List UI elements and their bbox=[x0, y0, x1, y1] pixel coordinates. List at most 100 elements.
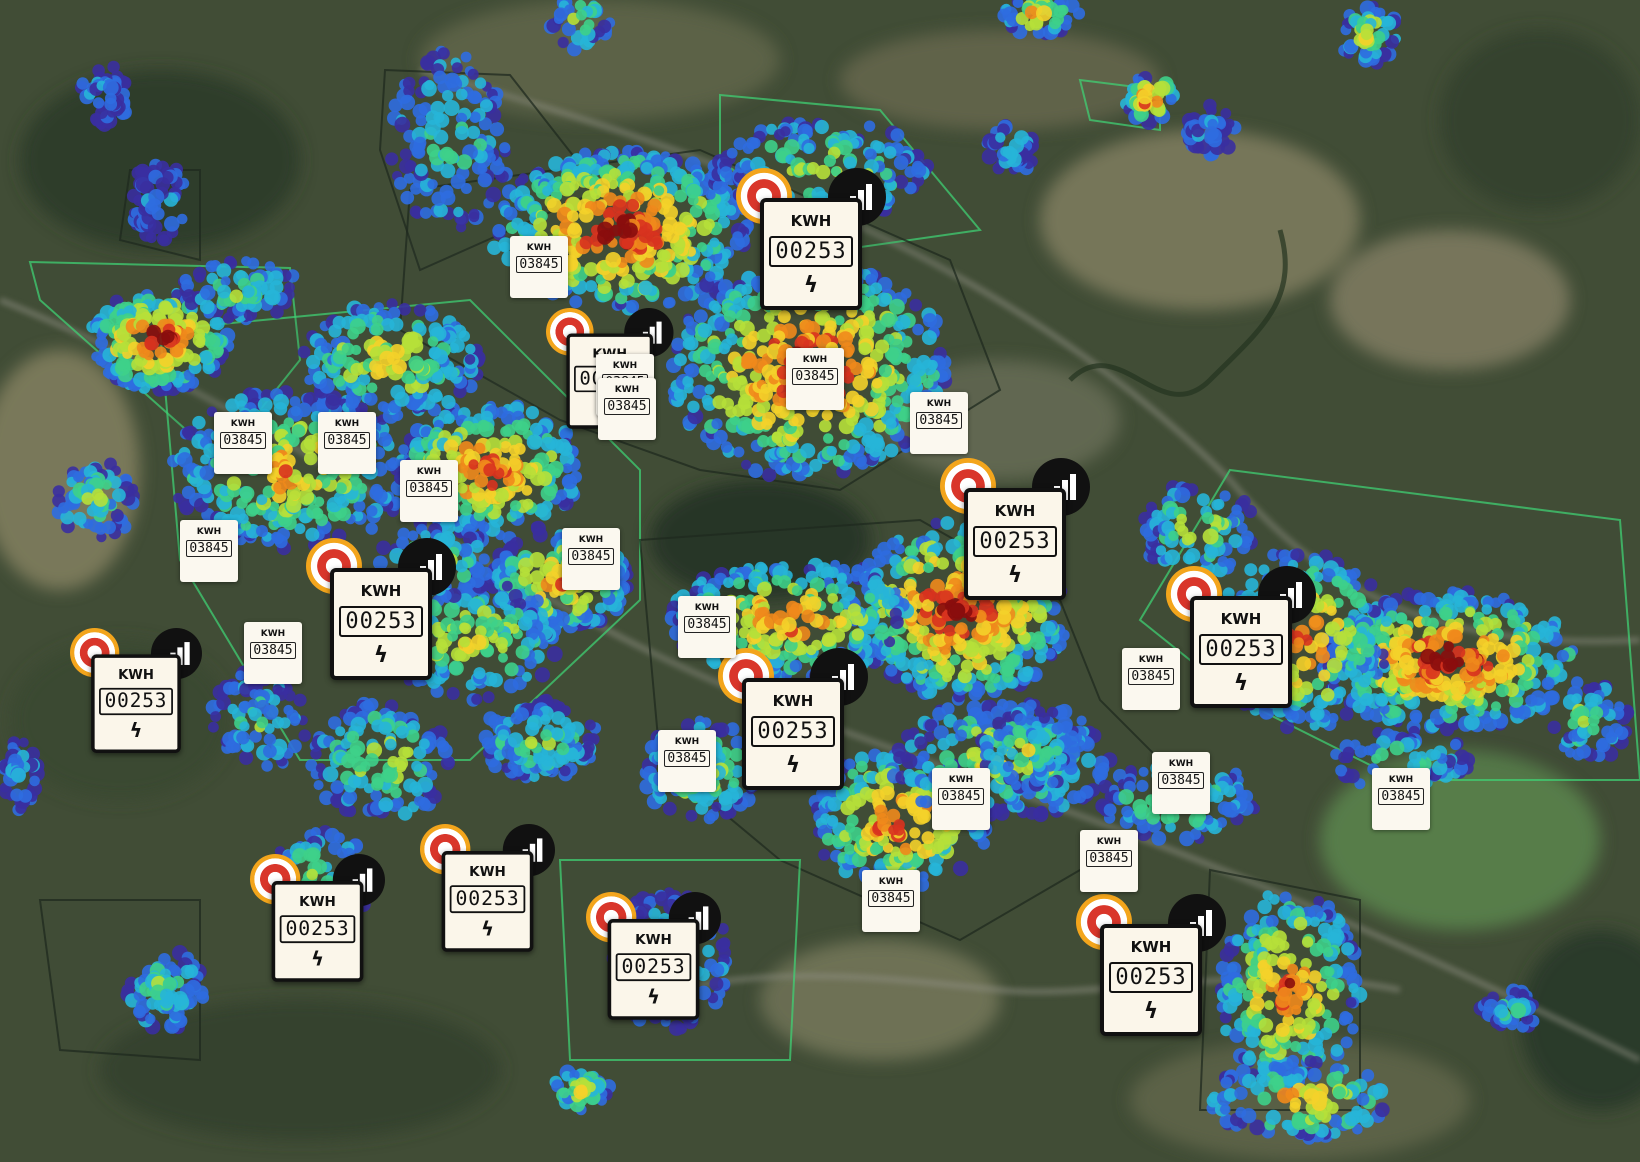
heat-point bbox=[921, 831, 935, 845]
heat-point bbox=[595, 602, 607, 614]
heat-point bbox=[427, 179, 438, 190]
heat-point bbox=[832, 601, 844, 614]
heat-point bbox=[800, 443, 816, 459]
heat-point bbox=[821, 632, 837, 647]
heat-point bbox=[656, 249, 668, 261]
heat-point bbox=[365, 753, 379, 767]
heat-point bbox=[492, 224, 506, 238]
heat-point bbox=[460, 51, 472, 63]
heat-point bbox=[1525, 694, 1538, 707]
heat-point bbox=[921, 330, 937, 346]
heat-point bbox=[144, 335, 160, 351]
heat-point bbox=[662, 801, 677, 816]
heat-point bbox=[493, 487, 509, 503]
heat-point bbox=[1495, 683, 1509, 698]
heat-point bbox=[534, 667, 551, 683]
heat-point bbox=[1476, 624, 1489, 637]
heat-point bbox=[685, 809, 698, 822]
heat-point bbox=[414, 163, 428, 177]
heat-point bbox=[395, 725, 409, 739]
heat-point bbox=[351, 344, 362, 356]
heat-point bbox=[379, 350, 395, 366]
heat-point bbox=[1301, 936, 1314, 948]
heat-point bbox=[998, 803, 1009, 814]
heat-point bbox=[428, 347, 441, 360]
heat-point bbox=[442, 90, 454, 102]
heat-point bbox=[443, 413, 455, 424]
heat-point bbox=[303, 473, 314, 485]
heat-point bbox=[741, 459, 752, 470]
heat-point bbox=[687, 194, 699, 206]
heat-point bbox=[640, 162, 653, 174]
heat-point bbox=[298, 489, 315, 505]
heat-point bbox=[884, 443, 899, 458]
heat-point bbox=[454, 126, 469, 140]
heat-point bbox=[439, 184, 454, 199]
heat-point bbox=[239, 486, 255, 501]
heat-point bbox=[434, 113, 450, 128]
heat-point bbox=[569, 295, 583, 309]
heat-point bbox=[440, 163, 456, 179]
heat-point bbox=[467, 68, 479, 80]
heat-point bbox=[1541, 677, 1555, 690]
heat-point bbox=[542, 185, 553, 197]
heat-point bbox=[499, 142, 511, 154]
heat-point bbox=[456, 482, 468, 494]
heat-point bbox=[609, 224, 622, 237]
heat-point bbox=[1345, 997, 1357, 1008]
heat-point bbox=[413, 304, 427, 317]
heat-point bbox=[906, 372, 922, 388]
heat-point bbox=[838, 439, 850, 451]
heat-point bbox=[469, 111, 481, 123]
heat-point bbox=[465, 343, 476, 355]
heat-point bbox=[322, 766, 339, 783]
heat-point bbox=[818, 419, 832, 433]
heat-point bbox=[464, 354, 476, 365]
heat-point bbox=[399, 148, 412, 161]
heat-point bbox=[319, 378, 335, 394]
heat-point bbox=[377, 401, 389, 412]
heat-point bbox=[742, 335, 757, 350]
heat-point bbox=[626, 198, 640, 212]
heat-point bbox=[1490, 701, 1502, 712]
heat-point bbox=[546, 646, 563, 662]
heat-point bbox=[660, 223, 674, 237]
heat-point bbox=[310, 748, 322, 760]
heat-point bbox=[335, 726, 346, 737]
heat-point bbox=[1330, 1044, 1344, 1057]
heat-point bbox=[814, 119, 829, 135]
heat-point bbox=[704, 271, 716, 282]
heat-point bbox=[764, 140, 778, 153]
heat-point bbox=[562, 475, 574, 487]
heat-point bbox=[889, 607, 902, 620]
heat-point bbox=[864, 148, 877, 161]
heat-point bbox=[419, 207, 432, 219]
map-view[interactable]: KWH 00253 ϟ KWH 00253 ϟ KWH 00253 ϟ KWH 00253 ϟ KWH 0… bbox=[0, 0, 1640, 1162]
heat-point bbox=[499, 441, 512, 453]
heat-point bbox=[398, 444, 409, 455]
heat-point bbox=[791, 585, 803, 596]
heat-point bbox=[303, 451, 318, 466]
heat-point bbox=[742, 142, 754, 154]
heat-point bbox=[453, 206, 464, 218]
heat-point bbox=[510, 711, 524, 725]
heat-point bbox=[858, 417, 874, 433]
heat-point bbox=[567, 223, 583, 239]
heat-point bbox=[385, 152, 399, 166]
heat-point bbox=[441, 395, 456, 410]
heat-point bbox=[1319, 965, 1334, 980]
heat-point bbox=[864, 592, 876, 604]
heat-point bbox=[653, 185, 665, 196]
heat-point bbox=[881, 595, 896, 610]
heat-point bbox=[392, 796, 405, 809]
heat-point bbox=[773, 129, 786, 141]
heat-point bbox=[723, 577, 734, 588]
heat-point bbox=[478, 421, 495, 438]
heat-point bbox=[366, 382, 378, 394]
heat-point bbox=[328, 324, 342, 338]
heat-point bbox=[428, 388, 443, 403]
heat-point bbox=[370, 322, 384, 336]
heat-point bbox=[196, 479, 212, 495]
heat-point bbox=[919, 625, 930, 636]
heat-point bbox=[366, 505, 378, 517]
